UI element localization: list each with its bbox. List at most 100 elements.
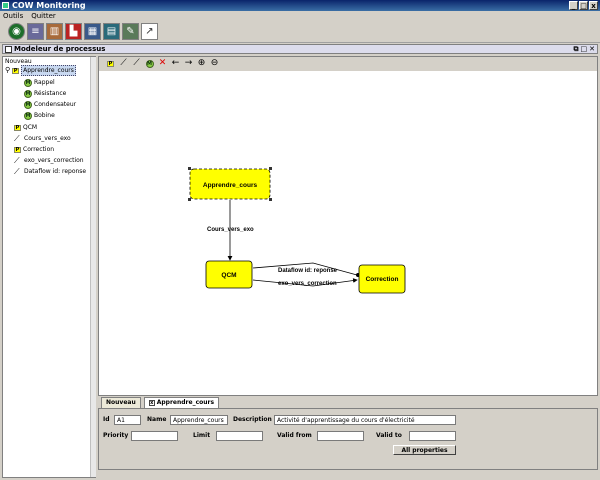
globe-icon[interactable]: ◉: [8, 23, 25, 40]
tab-label: Apprendre_cours: [156, 399, 215, 406]
tab-close-icon[interactable]: x: [148, 400, 155, 406]
frame-maximize-icon[interactable]: □: [581, 45, 588, 54]
tools-icon[interactable]: ✎: [122, 23, 139, 40]
priority-field[interactable]: [131, 431, 178, 441]
books-icon[interactable]: ▥: [46, 23, 63, 40]
tree-item-label: Correction: [23, 146, 55, 153]
tab-apprendre-cours[interactable]: x Apprendre_cours: [143, 397, 220, 408]
module-badge-icon: M: [24, 100, 32, 109]
tree-item-label: exo_vers_correction: [24, 157, 84, 164]
transition-icon: ⟋: [14, 155, 20, 165]
diagram-canvas[interactable]: Apprendre_cours QCM Correction Cours_ver…: [99, 71, 597, 395]
tree-item-correction[interactable]: P Correction: [14, 145, 54, 154]
module-badge-icon: M: [24, 111, 32, 120]
process-badge-icon: P: [107, 60, 114, 67]
canvas-toolbar: P ⟋ ⟋ M ✕ ← → ⊕ ⊖: [99, 57, 597, 71]
priority-label: Priority: [103, 432, 129, 439]
node-label: Apprendre_cours: [203, 182, 258, 189]
database-icon[interactable]: ≡: [27, 23, 44, 40]
tree-item-cours-vers-exo[interactable]: ⟋ Cours_vers_exo: [14, 134, 71, 143]
edge-label: Dataflow id: reponse: [278, 268, 338, 274]
properties-panel: Id A1 Name Apprendre_cours Description A…: [98, 408, 598, 470]
zoom-in-icon[interactable]: ⊕: [196, 58, 207, 69]
tree-scrollbar[interactable]: [90, 57, 96, 477]
dataflow-icon: ⟋: [14, 166, 20, 176]
id-label: Id: [103, 416, 110, 423]
window-controls: _ □ x: [569, 1, 598, 10]
tree-item-label: Résistance: [34, 90, 67, 97]
tree-item-rappel[interactable]: M Rappel: [24, 78, 55, 87]
node-label: QCM: [221, 272, 236, 279]
tab-label: Nouveau: [106, 399, 136, 406]
frame-title-bar: Modeleur de processus ⧉ □ ✕: [2, 44, 598, 54]
edge-label: exo_vers_correction: [278, 281, 337, 287]
menu-outils[interactable]: Outils: [3, 11, 23, 21]
tree-item-qcm[interactable]: P QCM: [14, 123, 37, 132]
add-module-button[interactable]: M: [144, 58, 155, 69]
frame-icon: [5, 46, 12, 53]
grid-icon[interactable]: ▤: [103, 23, 120, 40]
chart-icon[interactable]: ↗: [141, 23, 158, 40]
status-bar: [98, 471, 598, 478]
process-badge-icon: P: [14, 146, 21, 153]
tree-item-resistance[interactable]: M Résistance: [24, 89, 66, 98]
frame-restore-icon[interactable]: ⧉: [574, 45, 579, 54]
menu-quitter[interactable]: Quitter: [31, 11, 56, 21]
description-field[interactable]: Activité d'apprentissage du cours d'élec…: [274, 415, 456, 425]
main-toolbar: ◉ ≡ ▥ ▙ ▦ ▤ ✎ ↗: [0, 21, 600, 43]
diagram-panel: P ⟋ ⟋ M ✕ ← → ⊕ ⊖ Apprendre_cours QCM Co…: [98, 56, 598, 396]
name-field[interactable]: Apprendre_cours: [170, 415, 228, 425]
arrow-right-icon[interactable]: →: [183, 58, 194, 69]
tree-item-label: Rappel: [34, 79, 55, 86]
tab-nouveau[interactable]: Nouveau: [101, 397, 141, 408]
delete-icon[interactable]: ✕: [157, 58, 168, 69]
tree-item-dataflow[interactable]: ⟋ Dataflow id: reponse: [14, 167, 86, 176]
frame-close-icon[interactable]: ✕: [589, 45, 595, 54]
add-dataflow-icon[interactable]: ⟋: [131, 58, 142, 69]
limit-label: Limit: [193, 432, 211, 439]
name-label: Name: [147, 416, 167, 423]
tree-item-bobine[interactable]: M Bobine: [24, 111, 55, 120]
menu-bar: Outils Quitter: [0, 11, 600, 21]
tree-item-label: Condensateur: [34, 101, 77, 108]
app-icon: [2, 2, 9, 9]
minimize-button[interactable]: _: [569, 1, 578, 10]
module-badge-icon: M: [24, 89, 32, 98]
calendar-icon[interactable]: ▦: [84, 23, 101, 40]
zoom-out-icon[interactable]: ⊖: [209, 58, 220, 69]
valid-to-field[interactable]: [409, 431, 456, 441]
tree-item-exo-vers-correction[interactable]: ⟋ exo_vers_correction: [14, 156, 84, 165]
valid-from-label: Valid from: [277, 432, 312, 439]
tree-item-apprendre-cours[interactable]: ⚲ P Apprendre_cours: [5, 65, 76, 76]
edge-label: Cours_vers_exo: [207, 227, 254, 233]
description-label: Description: [233, 416, 272, 423]
tree-item-label: Dataflow id: reponse: [24, 168, 87, 175]
module-badge-icon: M: [24, 78, 32, 87]
process-badge-icon: P: [12, 67, 20, 74]
tree-item-condensateur[interactable]: M Condensateur: [24, 100, 76, 109]
frame-title: Modeleur de processus: [14, 45, 106, 53]
selection-handle[interactable]: [269, 198, 272, 201]
selection-handle[interactable]: [188, 198, 191, 201]
title-bar: COW Monitoring _ □ x: [0, 0, 600, 11]
arrow-left-icon[interactable]: ←: [170, 58, 181, 69]
expand-handle-icon[interactable]: ⚲: [5, 66, 10, 75]
window-title: COW Monitoring: [12, 1, 86, 10]
close-button[interactable]: x: [589, 1, 598, 10]
process-badge-icon: P: [14, 124, 21, 131]
factory-icon[interactable]: ▙: [65, 23, 82, 40]
add-process-button[interactable]: P: [105, 58, 116, 69]
maximize-button[interactable]: □: [579, 1, 588, 10]
all-properties-button[interactable]: All properties: [393, 445, 456, 455]
valid-from-field[interactable]: [317, 431, 364, 441]
add-transition-icon[interactable]: ⟋: [118, 58, 129, 69]
selection-handle[interactable]: [269, 167, 272, 170]
tree-item-label: Cours_vers_exo: [24, 135, 71, 142]
limit-field[interactable]: [216, 431, 263, 441]
id-field[interactable]: A1: [114, 415, 141, 425]
tree-item-label: Bobine: [34, 112, 55, 119]
frame-controls: ⧉ □ ✕: [574, 45, 596, 54]
selection-handle[interactable]: [188, 167, 191, 170]
module-badge-icon: M: [145, 59, 154, 68]
tree-item-label: QCM: [23, 124, 38, 131]
